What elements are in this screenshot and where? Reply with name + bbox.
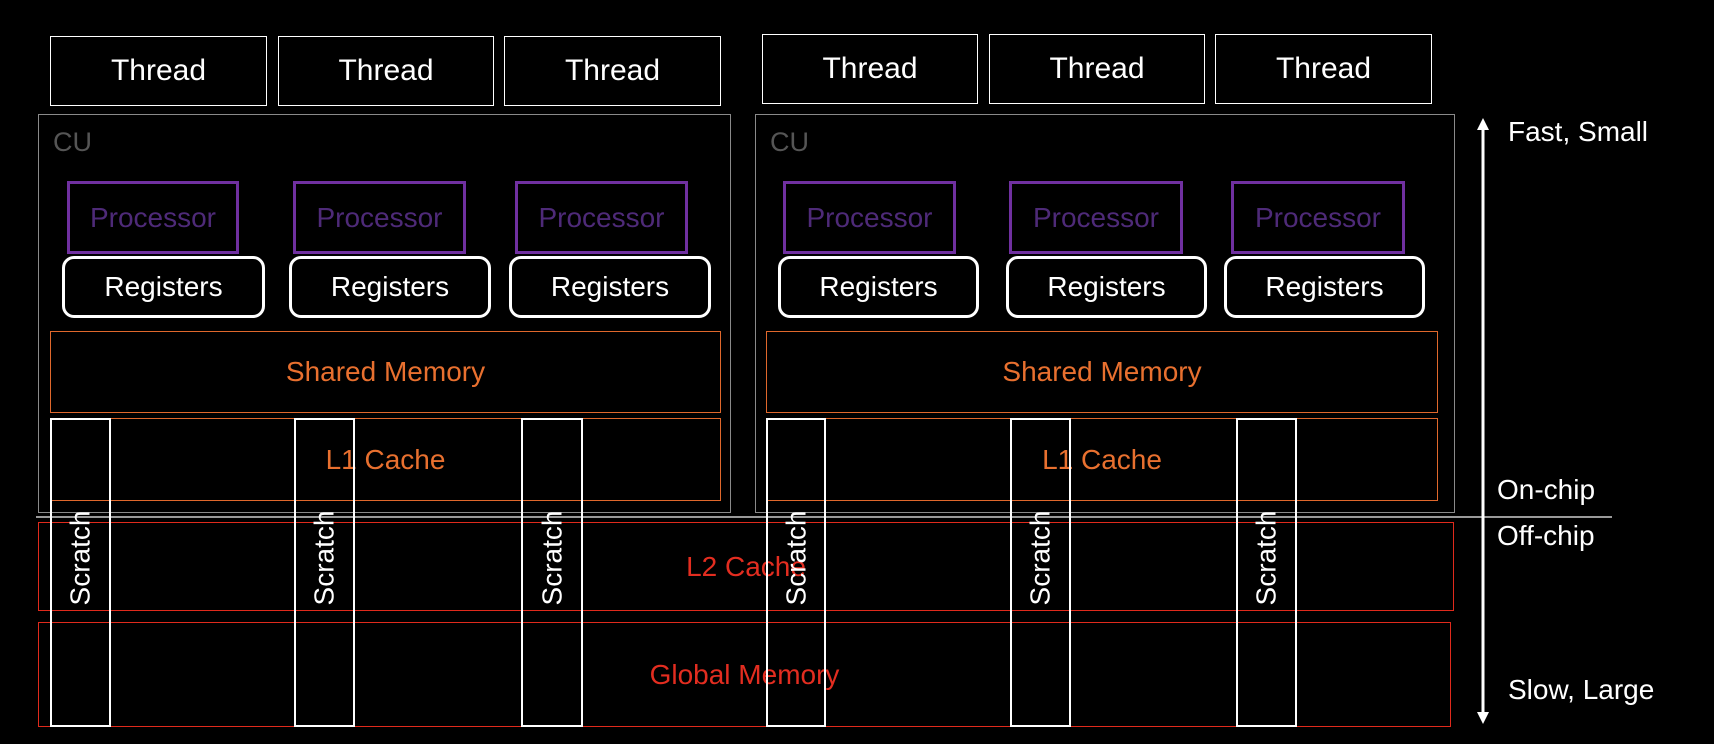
thread-label: Thread — [822, 52, 918, 85]
on-chip-label: On-chip — [1497, 474, 1596, 505]
thread-label: Thread — [338, 54, 434, 87]
shared-memory-label: Shared Memory — [285, 356, 486, 387]
processor-label: Processor — [89, 201, 217, 233]
registers-label: Registers — [819, 271, 938, 302]
scratch-column: Scratch — [1010, 418, 1071, 727]
registers-box: Registers — [509, 256, 711, 318]
registers-label: Registers — [1047, 271, 1166, 302]
registers-box: Registers — [62, 256, 265, 318]
thread-box: Thread — [278, 36, 494, 106]
processor-label: Processor — [316, 201, 443, 233]
thread-box: Thread — [1215, 34, 1432, 104]
registers-label: Registers — [330, 271, 450, 302]
scratch-label: Scratch — [1250, 510, 1282, 605]
scratch-column: Scratch — [294, 418, 355, 727]
scratch-column: Scratch — [50, 418, 111, 727]
thread-box: Thread — [989, 34, 1205, 104]
processor-label: Processor — [1254, 201, 1382, 233]
thread-label: Thread — [1049, 52, 1145, 85]
thread-box: Thread — [762, 34, 978, 104]
scratch-column: Scratch — [1236, 418, 1297, 727]
off-chip-label: Off-chip — [1497, 520, 1595, 551]
shared-memory-box: Shared Memory — [766, 331, 1438, 413]
shared-memory-label: Shared Memory — [1002, 356, 1202, 387]
processor-label: Processor — [1032, 201, 1160, 233]
slow-large-label: Slow, Large — [1508, 674, 1655, 705]
processor-label: Processor — [806, 201, 933, 233]
thread-label: Thread — [564, 54, 661, 87]
registers-box: Registers — [289, 256, 491, 318]
registers-label: Registers — [104, 271, 223, 302]
registers-label: Registers — [550, 271, 670, 302]
processor-label: Processor — [538, 201, 665, 233]
processor-box: Processor — [515, 181, 688, 254]
shared-memory-box: Shared Memory — [50, 331, 721, 413]
scratch-label: Scratch — [308, 510, 340, 605]
processor-box: Processor — [783, 181, 956, 254]
processor-box: Processor — [1009, 181, 1183, 254]
l1-cache-box: L1 Cache — [50, 418, 721, 501]
scratch-label: Scratch — [780, 510, 811, 605]
scratch-label: Scratch — [536, 510, 567, 605]
cu-label: CU — [770, 127, 809, 157]
scratch-column: Scratch — [521, 418, 583, 727]
fast-small-label: Fast, Small — [1508, 116, 1649, 147]
l1-cache-box: L1 Cache — [766, 418, 1438, 501]
processor-box: Processor — [293, 181, 466, 254]
scratch-label: Scratch — [1024, 510, 1056, 605]
double-arrow-icon — [1477, 118, 1489, 724]
processor-box: Processor — [67, 181, 239, 254]
thread-label: Thread — [1275, 52, 1372, 85]
scratch-label: Scratch — [64, 510, 96, 605]
registers-box: Registers — [778, 256, 979, 318]
thread-box: Thread — [504, 36, 721, 106]
cu-label: CU — [53, 127, 92, 157]
processor-box: Processor — [1231, 181, 1405, 254]
scratch-column: Scratch — [766, 418, 826, 727]
registers-label: Registers — [1265, 271, 1384, 302]
thread-box: Thread — [50, 36, 267, 106]
registers-box: Registers — [1006, 256, 1207, 318]
thread-label: Thread — [110, 54, 207, 87]
registers-box: Registers — [1224, 256, 1425, 318]
